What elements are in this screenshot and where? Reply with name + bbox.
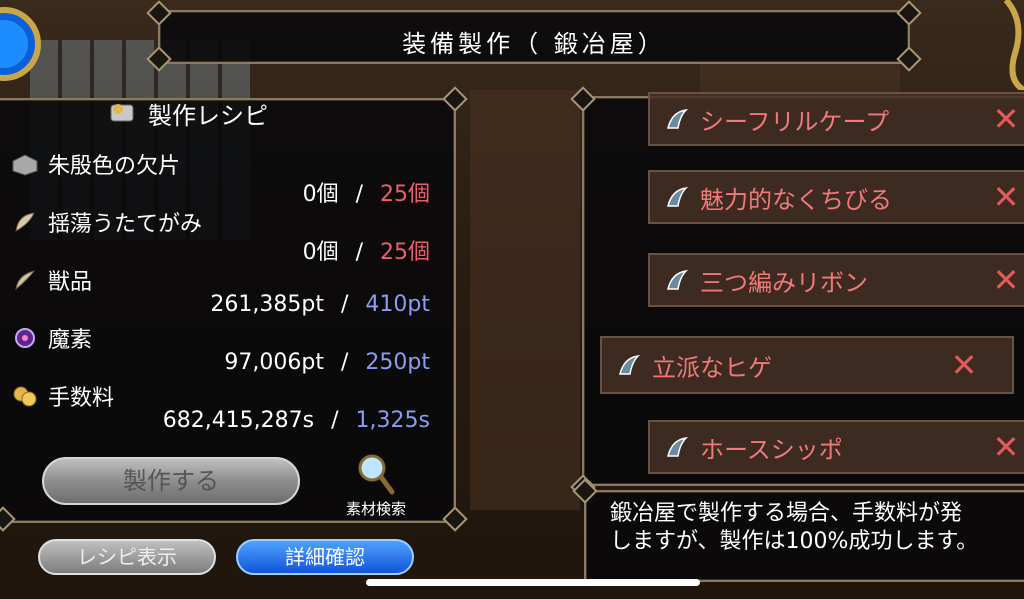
material-need: 410pt xyxy=(365,292,430,317)
quantity-separator: / xyxy=(355,240,363,265)
info-panel: 鍛冶屋で製作する場合、手数料が発 しますが、製作は100%成功します。 xyxy=(584,490,1024,582)
material-have: 97,006pt xyxy=(224,350,324,375)
corner-ornament-icon xyxy=(1003,0,1024,90)
quantity-separator: / xyxy=(331,408,339,433)
cape-icon xyxy=(667,436,689,457)
title-bar: 装備製作（ 鍛冶屋） xyxy=(158,10,910,64)
list-item[interactable]: ホースシッポ ✕ xyxy=(648,420,1024,474)
material-row: 獣品 261,385pt / 410pt xyxy=(10,264,430,324)
detail-button[interactable]: 詳細確認 xyxy=(236,539,414,575)
material-row: 揺蕩うたてがみ 0個 / 25個 xyxy=(10,206,430,266)
remove-icon[interactable]: ✕ xyxy=(986,261,1024,299)
make-button[interactable]: 製作する xyxy=(42,457,300,505)
claw-icon xyxy=(15,270,36,291)
material-row: 手数料 682,415,287s / 1,325s xyxy=(10,380,430,440)
cape-icon xyxy=(667,108,689,129)
material-name: 朱殷色の欠片 xyxy=(48,154,181,179)
info-text: 鍛冶屋で製作する場合、手数料が発 しますが、製作は100%成功します。 xyxy=(610,500,978,556)
material-have: 0個 xyxy=(302,182,339,207)
background-shelf xyxy=(470,90,580,510)
remove-icon[interactable]: ✕ xyxy=(986,428,1024,466)
info-line-2: しますが、製作は100%成功します。 xyxy=(610,529,979,554)
list-item-label: 三つ編みリボン xyxy=(700,268,868,297)
material-name: 獣品 xyxy=(48,270,93,295)
material-have: 682,415,287s xyxy=(162,408,315,433)
list-item-selected[interactable]: 立派なヒゲ ✕ xyxy=(600,336,1014,394)
recipe-header: 製作レシピ xyxy=(108,96,268,130)
list-item[interactable]: 三つ編みリボン ✕ xyxy=(648,253,1024,307)
material-search-label: 素材検索 xyxy=(345,500,406,518)
coins-icon xyxy=(13,386,37,407)
home-indicator[interactable] xyxy=(366,579,700,586)
recipe-header-label: 製作レシピ xyxy=(148,101,268,130)
cape-icon xyxy=(667,269,689,290)
material-quantity: 97,006pt / 250pt xyxy=(224,350,430,375)
material-quantity: 682,415,287s / 1,325s xyxy=(163,408,430,433)
list-item-label: 立派なヒゲ xyxy=(652,353,772,382)
material-row: 魔素 97,006pt / 250pt xyxy=(10,322,430,382)
menu-orb-icon[interactable] xyxy=(0,0,48,88)
remove-icon[interactable]: ✕ xyxy=(986,100,1024,138)
cape-icon xyxy=(619,354,641,375)
material-name: 手数料 xyxy=(48,386,115,411)
material-search-button[interactable]: 素材検索 xyxy=(336,452,416,518)
quantity-separator: / xyxy=(340,292,349,317)
material-have: 0個 xyxy=(302,240,339,265)
material-quantity: 0個 / 25個 xyxy=(303,176,430,208)
list-item-label: ホースシッポ xyxy=(700,435,843,464)
material-need: 1,325s xyxy=(355,408,430,433)
remove-icon[interactable]: ✕ xyxy=(986,178,1024,216)
material-need: 25個 xyxy=(380,182,430,207)
list-item-label: シーフリルケープ xyxy=(700,107,890,136)
material-name: 揺蕩うたてがみ xyxy=(48,212,203,237)
material-need: 250pt xyxy=(365,350,430,375)
page-title: 装備製作（ 鍛冶屋） xyxy=(402,30,666,58)
orb-icon xyxy=(15,328,35,348)
material-need: 25個 xyxy=(380,240,430,265)
feather-icon xyxy=(15,212,35,232)
magnifier-icon xyxy=(358,454,395,495)
stone-icon xyxy=(12,154,38,176)
material-quantity: 261,385pt / 410pt xyxy=(210,292,430,317)
quantity-separator: / xyxy=(355,182,363,207)
recipe-book-icon xyxy=(110,104,134,122)
material-have: 261,385pt xyxy=(210,292,324,317)
cape-icon xyxy=(667,186,689,207)
quantity-separator: / xyxy=(340,350,349,375)
material-quantity: 0個 / 25個 xyxy=(303,234,430,266)
list-item[interactable]: 魅力的なくちびる ✕ xyxy=(648,170,1024,224)
remove-icon[interactable]: ✕ xyxy=(944,346,984,384)
material-name: 魔素 xyxy=(48,328,93,353)
list-item-label: 魅力的なくちびる xyxy=(700,185,892,214)
material-row: 朱殷色の欠片 0個 / 25個 xyxy=(10,148,430,208)
recipe-view-button[interactable]: レシピ表示 xyxy=(38,539,216,575)
info-line-1: 鍛冶屋で製作する場合、手数料が発 xyxy=(610,501,963,526)
list-item[interactable]: シーフリルケープ ✕ xyxy=(648,92,1024,146)
